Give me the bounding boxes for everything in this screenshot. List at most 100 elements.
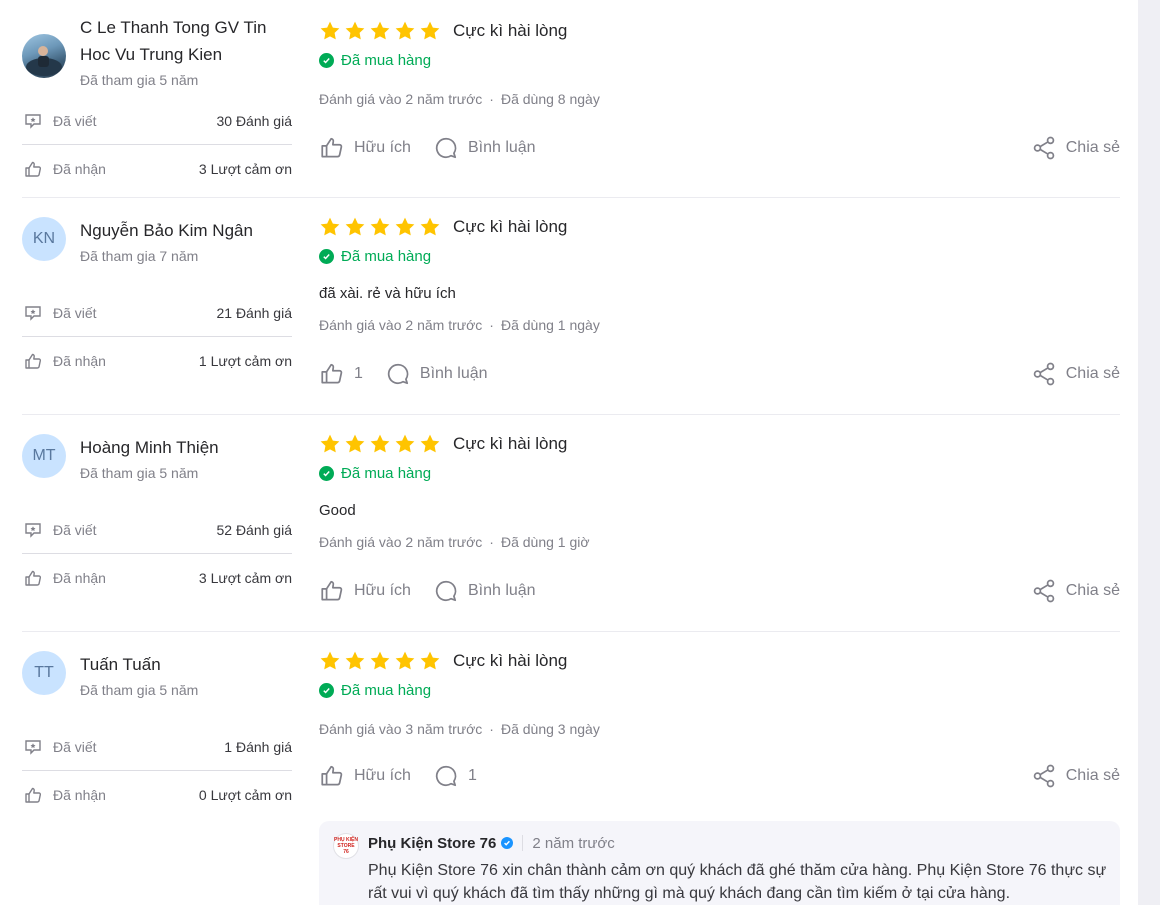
chat-bubble-icon (435, 765, 457, 787)
star-rating (319, 433, 444, 455)
star-icon (345, 434, 365, 453)
star-icon (345, 217, 365, 236)
purchased-badge: Đã mua hàng (319, 678, 1120, 702)
star-icon (420, 434, 440, 453)
like-button[interactable]: Hữu ích (319, 578, 411, 604)
review-actions: Hữu ích Bình luận Chia sẻ (319, 576, 1120, 606)
check-circle-icon (319, 465, 334, 481)
shop-name[interactable]: Phụ Kiện Store 76 (368, 835, 496, 852)
review-content: Cực kì hài lòng Đã mua hàng Đánh giá vào… (319, 632, 1120, 791)
star-icon (395, 651, 415, 670)
stat-received-value: 3 Lượt cảm ơn (198, 161, 292, 177)
comment-button[interactable]: 1 (433, 763, 477, 789)
review-item: C Le Thanh Tong GV Tin Hoc Vu Trung Kien… (22, 0, 1120, 198)
star-icon (370, 21, 390, 40)
reviewer-joined: Đã tham gia 5 năm (80, 465, 199, 481)
shop-logo[interactable]: PHỤ KIỆN STORE 76 (333, 833, 359, 859)
like-count: 1 (354, 365, 363, 382)
comment-button[interactable]: Bình luận (385, 361, 488, 387)
stat-written: Đã viết 52 Đánh giá (22, 506, 292, 554)
avatar[interactable] (22, 34, 66, 78)
reviewed-at: Đánh giá vào 2 năm trước (319, 317, 483, 333)
check-circle-icon (319, 682, 334, 698)
star-icon (320, 434, 340, 453)
reviewer-panel: C Le Thanh Tong GV Tin Hoc Vu Trung Kien… (22, 14, 292, 193)
thumb-up-icon (321, 580, 343, 601)
star-rating (319, 20, 444, 42)
reviewer-panel: TT Tuấn Tuấn Đã tham gia 5 năm Đã viết 1… (22, 651, 292, 819)
rating-text: Cực kì hài lòng (453, 434, 568, 453)
stat-received-value: 1 Lượt cảm ơn (198, 353, 292, 369)
review-actions: Hữu ích 1 Chia sẻ (319, 761, 1120, 791)
stat-written-value: 52 Đánh giá (216, 521, 292, 538)
shop-reply: PHỤ KIỆN STORE 76 Phụ Kiện Store 76 2 nă… (319, 821, 1120, 905)
purchased-badge: Đã mua hàng (319, 244, 1120, 268)
reviewer-name: Nguyễn Bảo Kim Ngân (80, 221, 253, 240)
stat-received: Đã nhận 0 Lượt cảm ơn (22, 771, 292, 819)
rating-text: Cực kì hài lòng (453, 21, 568, 40)
purchased-badge: Đã mua hàng (319, 48, 1120, 72)
star-icon (420, 651, 440, 670)
thumb-up-icon (22, 784, 44, 806)
star-icon (395, 434, 415, 453)
thumb-up-icon (22, 567, 44, 589)
reviewer-panel: KN Nguyễn Bảo Kim Ngân Đã tham gia 7 năm… (22, 217, 292, 385)
reviews-page: C Le Thanh Tong GV Tin Hoc Vu Trung Kien… (0, 0, 1138, 905)
like-button[interactable]: 1 (319, 361, 363, 387)
review-comment: đã xài. rẻ và hữu ích (319, 285, 456, 302)
avatar[interactable]: TT (22, 651, 66, 695)
share-button[interactable]: Chia sẻ (1031, 361, 1120, 387)
star-icon (320, 217, 340, 236)
stat-received-value: 0 Lượt cảm ơn (198, 787, 292, 803)
review-meta: Đánh giá vào 3 năm trước · Đã dùng 3 ngày (319, 721, 600, 737)
chat-bubble-icon (387, 363, 409, 385)
reply-divider (522, 835, 524, 851)
thumb-up-icon (321, 137, 343, 158)
star-icon (345, 21, 365, 40)
verified-badge-icon (501, 837, 514, 849)
rating-text: Cực kì hài lòng (453, 217, 568, 236)
share-button[interactable]: Chia sẻ (1031, 135, 1120, 161)
star-icon (395, 217, 415, 236)
star-rating (319, 650, 444, 672)
reviewer-joined: Đã tham gia 7 năm (80, 248, 199, 264)
reviewer-joined: Đã tham gia 5 năm (80, 72, 199, 88)
star-icon (420, 21, 440, 40)
stat-written: Đã viết 21 Đánh giá (22, 289, 292, 337)
stat-received: Đã nhận 1 Lượt cảm ơn (22, 337, 292, 385)
review-actions: 1 Bình luận Chia sẻ (319, 359, 1120, 389)
review-item: MT Hoàng Minh Thiện Đã tham gia 5 năm Đã… (22, 415, 1120, 632)
reviewed-at: Đánh giá vào 2 năm trước (319, 534, 483, 550)
like-button[interactable]: Hữu ích (319, 763, 411, 789)
reviewed-at: Đánh giá vào 2 năm trước (319, 91, 483, 107)
comment-button[interactable]: Bình luận (433, 135, 536, 161)
star-icon (345, 651, 365, 670)
rating-row: Cực kì hài lòng (319, 212, 1120, 242)
avatar[interactable]: MT (22, 434, 66, 478)
check-circle-icon (319, 52, 334, 68)
review-comment: Good (319, 502, 356, 519)
comment-button[interactable]: Bình luận (433, 578, 536, 604)
star-icon (370, 651, 390, 670)
reviewer-panel: MT Hoàng Minh Thiện Đã tham gia 5 năm Đã… (22, 434, 292, 602)
stat-received-value: 3 Lượt cảm ơn (198, 570, 292, 586)
share-button[interactable]: Chia sẻ (1031, 578, 1120, 604)
review-written-icon (22, 736, 44, 758)
star-icon (420, 217, 440, 236)
thumb-up-icon (22, 158, 44, 180)
star-icon (320, 651, 340, 670)
used-for: Đã dùng 3 ngày (500, 721, 600, 737)
review-item: TT Tuấn Tuấn Đã tham gia 5 năm Đã viết 1… (22, 632, 1120, 905)
star-icon (395, 21, 415, 40)
reviewer-name: C Le Thanh Tong GV Tin Hoc Vu Trung Kien (80, 18, 267, 64)
share-button[interactable]: Chia sẻ (1031, 763, 1120, 789)
reviewer-name: Tuấn Tuấn (80, 655, 161, 674)
review-written-icon (22, 519, 44, 541)
avatar[interactable]: KN (22, 217, 66, 261)
comment-count: 1 (467, 767, 477, 784)
review-content: Cực kì hài lòng Đã mua hàng Đánh giá vào… (319, 2, 1120, 163)
like-button[interactable]: Hữu ích (319, 135, 411, 161)
review-actions: Hữu ích Bình luận Chia sẻ (319, 133, 1120, 163)
reviewer-joined: Đã tham gia 5 năm (80, 682, 199, 698)
review-meta: Đánh giá vào 2 năm trước · Đã dùng 1 ngày (319, 317, 600, 333)
